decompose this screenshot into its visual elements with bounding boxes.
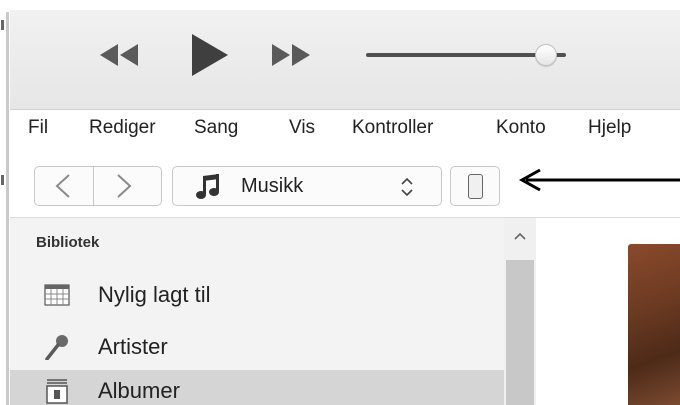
menu-controls[interactable]: Kontroller [352, 117, 433, 139]
play-button[interactable] [186, 32, 232, 78]
sidebar-item-artists[interactable]: Artister [10, 326, 504, 368]
chevron-left-icon [55, 174, 70, 198]
rewind-button[interactable] [94, 40, 144, 70]
album-icon [46, 379, 68, 404]
player-bar [10, 10, 680, 110]
sidebar-item-albums[interactable]: Albumer [10, 370, 504, 405]
sidebar: Bibliotek Nylig lagt til Artister Albume… [10, 218, 504, 405]
sidebar-item-label: Artister [98, 334, 168, 359]
sidebar-item-label: Nylig lagt til [98, 282, 211, 307]
navigation-bar: Musikk [10, 146, 680, 218]
sidebar-heading: Bibliotek [36, 234, 100, 251]
window-edge-strip [6, 12, 9, 405]
menu-account[interactable]: Konto [496, 117, 546, 139]
menu-view[interactable]: Vis [289, 117, 315, 139]
annotation-arrow-icon [518, 168, 680, 192]
chevron-up-down-icon [401, 177, 413, 197]
main-content [536, 218, 680, 405]
forward-button[interactable] [94, 167, 152, 205]
album-artwork[interactable] [628, 244, 680, 405]
volume-slider[interactable] [362, 44, 592, 66]
chevron-up-icon [514, 232, 526, 240]
sidebar-item-recently-added[interactable]: Nylig lagt til [10, 274, 504, 316]
back-forward-group [34, 166, 162, 206]
sidebar-item-label: Albumer [98, 378, 180, 403]
music-note-icon [196, 174, 219, 199]
menu-help[interactable]: Hjelp [588, 117, 631, 139]
back-button[interactable] [35, 167, 93, 205]
play-icon [192, 34, 228, 76]
fast-forward-icon [272, 44, 310, 66]
scroll-thumb[interactable] [506, 260, 534, 405]
media-type-label: Musikk [241, 175, 304, 197]
edge-mark [1, 175, 4, 185]
window-left-edge [0, 0, 10, 405]
menu-song[interactable]: Sang [194, 117, 238, 139]
volume-knob[interactable] [535, 44, 557, 66]
sidebar-scrollbar[interactable] [504, 218, 536, 405]
fast-forward-button[interactable] [266, 40, 316, 70]
rewind-icon [100, 44, 138, 66]
device-button[interactable] [450, 166, 500, 206]
menu-file[interactable]: Fil [28, 117, 48, 139]
menu-edit[interactable]: Rediger [89, 117, 156, 139]
menu-bar: Fil Rediger Sang Vis Kontroller Konto Hj… [10, 110, 680, 146]
device-icon [468, 174, 483, 199]
media-type-selector[interactable]: Musikk [172, 166, 442, 206]
chevron-right-icon [117, 174, 132, 198]
grid-icon [44, 284, 70, 306]
edge-mark [1, 20, 4, 30]
microphone-icon [45, 335, 68, 360]
scroll-up-button[interactable] [504, 218, 536, 260]
